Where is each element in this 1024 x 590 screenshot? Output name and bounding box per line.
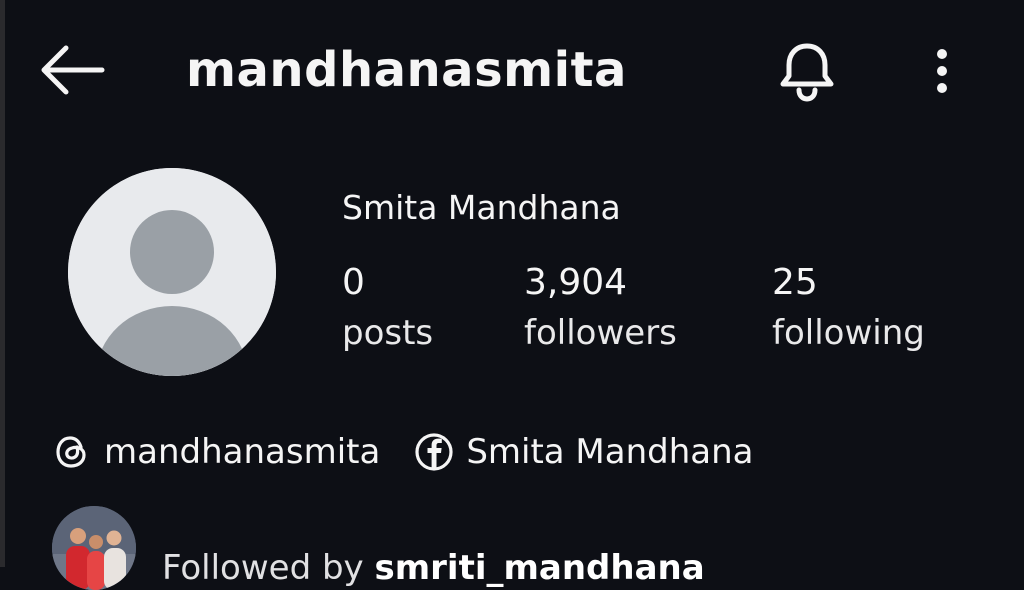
stat-following-label: following [772,313,925,353]
more-vertical-icon [937,49,947,93]
followed-by-prefix: Followed by [162,548,364,588]
back-button[interactable] [36,40,108,100]
bell-icon [780,43,834,102]
profile-avatar[interactable] [68,168,276,376]
stat-followers-count: 3,904 [524,262,628,303]
profile-links: mandhanasmita Smita Mandhana [52,424,754,480]
follower-avatar [52,506,136,590]
stat-followers[interactable]: 3,904 followers [524,258,677,358]
threads-link[interactable]: mandhanasmita [52,424,380,480]
notifications-button[interactable] [772,38,842,104]
more-options-button[interactable] [922,40,962,102]
profile-header: mandhanasmita [0,0,1024,140]
stat-following-count: 25 [772,262,818,303]
threads-handle: mandhanasmita [104,432,381,472]
stat-posts[interactable]: 0 posts [342,258,433,358]
followed-by-text: Followed by smriti_mandhana [162,548,705,588]
arrow-left-icon [41,45,105,95]
stat-followers-label: followers [524,313,677,353]
facebook-link[interactable]: Smita Mandhana [414,424,754,480]
profile-display-name: Smita Mandhana [342,188,621,227]
threads-icon [56,436,86,468]
stat-posts-count: 0 [342,262,365,303]
followed-by-username[interactable]: smriti_mandhana [374,548,704,588]
stat-posts-label: posts [342,313,434,353]
follower-photo-icon [52,506,136,590]
followed-by-row[interactable]: Followed by smriti_mandhana [52,506,705,590]
profile-username: mandhanasmita [186,42,627,98]
stat-following[interactable]: 25 following [772,258,925,358]
facebook-name: Smita Mandhana [466,432,754,472]
facebook-icon [415,433,453,471]
default-avatar-icon [68,168,276,376]
